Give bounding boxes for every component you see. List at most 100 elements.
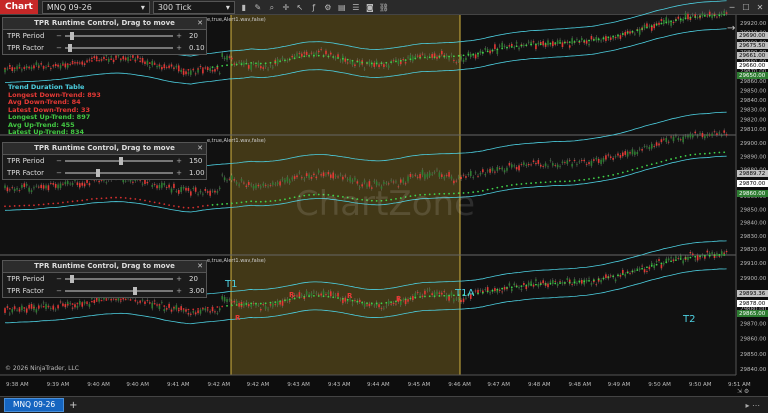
trend-dot bbox=[578, 40, 581, 43]
panel-title[interactable]: TPR Runtime Control, Drag to move ✕ bbox=[3, 261, 206, 273]
panel-title[interactable]: TPR Runtime Control, Drag to move ✕ bbox=[3, 143, 206, 155]
tpr-factor-slider[interactable] bbox=[65, 287, 173, 295]
trend-dot bbox=[646, 266, 648, 269]
tpr-period-value: 20 bbox=[189, 275, 198, 283]
price-chart[interactable]: ChartZone 29920.00 29910.00 29900.00 29890.… bbox=[0, 0, 768, 396]
candle-body bbox=[98, 180, 100, 183]
close-icon[interactable]: ✕ bbox=[197, 143, 203, 154]
tpr-period-slider[interactable] bbox=[65, 32, 173, 40]
trend-dot bbox=[134, 59, 137, 62]
candle-body bbox=[105, 298, 108, 300]
panel-title[interactable]: TPR Runtime Control, Drag to move ✕ bbox=[3, 18, 206, 30]
tpr-factor-slider[interactable] bbox=[65, 44, 173, 52]
candle-body bbox=[494, 288, 496, 292]
tpr-period-slider[interactable] bbox=[65, 157, 173, 165]
increase-icon[interactable]: + bbox=[175, 157, 183, 165]
trend-dot bbox=[100, 299, 103, 302]
tpr-control-panel-1[interactable]: TPR Runtime Control, Drag to move ✕ TPR P… bbox=[2, 17, 207, 55]
candle-body bbox=[484, 289, 487, 290]
candle-body bbox=[23, 310, 26, 311]
candle-body bbox=[136, 55, 139, 59]
decrease-icon[interactable]: − bbox=[55, 44, 63, 52]
candle-body bbox=[334, 175, 337, 177]
trend-dot bbox=[264, 200, 267, 203]
candle-body bbox=[580, 38, 583, 41]
increase-icon[interactable]: + bbox=[175, 275, 183, 283]
candle-body bbox=[508, 162, 511, 166]
trend-dot bbox=[303, 295, 306, 298]
trend-dot bbox=[636, 29, 639, 32]
candle-body bbox=[395, 59, 397, 60]
tpr-control-panel-2[interactable]: TPR Runtime Control, Drag to move ✕ TPR P… bbox=[2, 142, 207, 180]
trend-dot bbox=[708, 152, 711, 155]
trend-dot bbox=[510, 184, 513, 186]
candle-body bbox=[325, 50, 327, 55]
candle-body bbox=[385, 65, 388, 66]
tpr-control-panel-3[interactable]: TPR Runtime Control, Drag to move ✕ TPR P… bbox=[2, 260, 207, 298]
candle-body bbox=[35, 309, 38, 313]
trend-dot bbox=[361, 301, 364, 304]
candle-body bbox=[216, 312, 219, 314]
trend-dot bbox=[134, 198, 137, 200]
candle-body bbox=[334, 57, 337, 59]
trend-dot bbox=[689, 256, 692, 259]
trend-dot bbox=[42, 203, 45, 206]
candle-body bbox=[351, 303, 354, 305]
trend-dot bbox=[554, 180, 557, 183]
tab-mnq[interactable]: MNQ 09-26 bbox=[4, 398, 65, 412]
indicator-label: e,true,Alert1.wav,false) bbox=[207, 138, 266, 144]
increase-icon[interactable]: + bbox=[175, 287, 183, 295]
candle-body bbox=[337, 292, 339, 297]
trend-dot bbox=[448, 294, 450, 297]
increase-icon[interactable]: + bbox=[175, 44, 183, 52]
candle-body bbox=[588, 278, 590, 280]
trend-dot bbox=[269, 301, 272, 304]
trend-dot bbox=[197, 206, 199, 208]
trend-dot bbox=[221, 64, 224, 67]
time-tick-label: 9:42 AM bbox=[247, 382, 270, 388]
increase-icon[interactable]: + bbox=[175, 32, 183, 40]
scroll-right-icon[interactable]: ▸ ⋯ bbox=[745, 401, 760, 410]
candle-body bbox=[330, 52, 332, 55]
decrease-icon[interactable]: − bbox=[55, 275, 63, 283]
candle-body bbox=[276, 182, 279, 185]
candle-body bbox=[11, 187, 14, 189]
increase-icon[interactable]: + bbox=[175, 169, 183, 177]
close-icon[interactable]: ✕ bbox=[197, 261, 203, 272]
trend-dot bbox=[496, 186, 499, 189]
candle-body bbox=[187, 72, 190, 74]
candle-body bbox=[98, 298, 100, 302]
slider-knob[interactable] bbox=[70, 32, 75, 40]
decrease-icon[interactable]: − bbox=[55, 157, 63, 165]
close-icon[interactable]: ✕ bbox=[197, 18, 203, 29]
slider-knob[interactable] bbox=[96, 169, 101, 177]
slider-knob[interactable] bbox=[68, 44, 73, 52]
tpr-factor-slider[interactable] bbox=[65, 169, 173, 177]
scale-lock-icon[interactable]: ⇲ ⚙ bbox=[737, 388, 749, 395]
trend-dot bbox=[28, 66, 31, 69]
arrow-right-icon[interactable]: → bbox=[727, 23, 735, 34]
slider-knob[interactable] bbox=[70, 275, 75, 283]
candle-body bbox=[525, 164, 528, 167]
candle-body bbox=[602, 158, 605, 162]
candle-body bbox=[296, 53, 298, 57]
candle-body bbox=[424, 174, 426, 179]
add-tab-button[interactable]: + bbox=[69, 400, 77, 411]
candle-body bbox=[711, 14, 713, 19]
price-badge-label: 29860.00 bbox=[739, 191, 766, 197]
price-tick-label: 29830.00 bbox=[740, 108, 767, 114]
decrease-icon[interactable]: − bbox=[55, 169, 63, 177]
time-tick-label: 9:44 AM bbox=[367, 382, 390, 388]
candle-body bbox=[120, 300, 122, 302]
candle-body bbox=[175, 65, 178, 68]
trend-dot bbox=[539, 43, 542, 46]
decrease-icon[interactable]: − bbox=[55, 32, 63, 40]
trend-dot bbox=[90, 198, 93, 200]
decrease-icon[interactable]: − bbox=[55, 287, 63, 295]
slider-knob[interactable] bbox=[132, 287, 137, 295]
tpr-period-slider[interactable] bbox=[65, 275, 173, 283]
candle-body bbox=[206, 309, 209, 311]
candle-body bbox=[390, 180, 392, 182]
candle-body bbox=[672, 136, 675, 142]
slider-knob[interactable] bbox=[119, 157, 124, 165]
